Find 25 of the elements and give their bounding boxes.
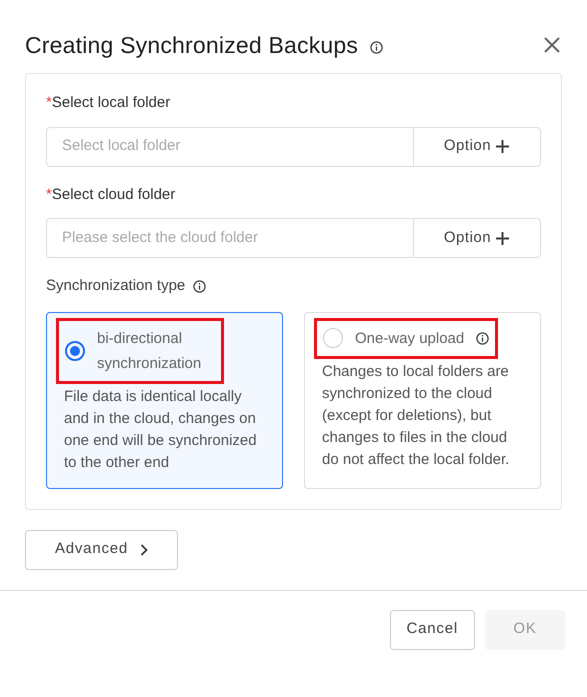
info-icon: [370, 40, 384, 54]
info-icon: [193, 280, 206, 293]
option-description: Changes to local folders are synchronized to the cloud (except for deletions), but changes to files in the cloud do not affect the local folder.: [321, 362, 510, 470]
plus-icon: [495, 230, 510, 246]
option-button[interactable]: Option: [414, 126, 541, 166]
option-title: One-way upload: [355, 328, 464, 348]
close-icon[interactable]: [542, 35, 562, 55]
radio-button[interactable]: [65, 340, 85, 360]
info-icon: [476, 332, 490, 344]
field-label: *Select cloud folder: [46, 184, 176, 204]
sync-option-card[interactable]: bi-directional synchronization File data is identical locally and in the cloud, changes on one end will be synchronized to the other end: [46, 312, 283, 488]
field-label: *Select local folder: [46, 93, 172, 113]
folder-field[interactable]: Select local folder: [46, 126, 414, 166]
plus-icon: [495, 139, 510, 154]
option-description: File data is identical locally and in the cloud, changes on one end will be synchronized to the other end: [63, 386, 258, 472]
folder-field[interactable]: Please select the cloud folder: [46, 218, 414, 258]
option-title: bi-directional synchronization: [97, 328, 202, 374]
option-button[interactable]: Option: [414, 218, 541, 258]
dialog-title: Creating Synchronized Backups: [25, 30, 358, 60]
advanced-button[interactable]: Advanced: [25, 530, 178, 570]
chevron-right-icon: [140, 544, 148, 556]
sync-option-card[interactable]: One-way upload Changes to local folders are synchronized to the cloud (except for deletions), but changes to files in the cloud do not affect the local folder.: [304, 312, 541, 488]
section-label: Synchronization type: [46, 276, 186, 296]
dialog-button[interactable]: Cancel: [390, 610, 475, 650]
radio-button[interactable]: [323, 328, 343, 348]
